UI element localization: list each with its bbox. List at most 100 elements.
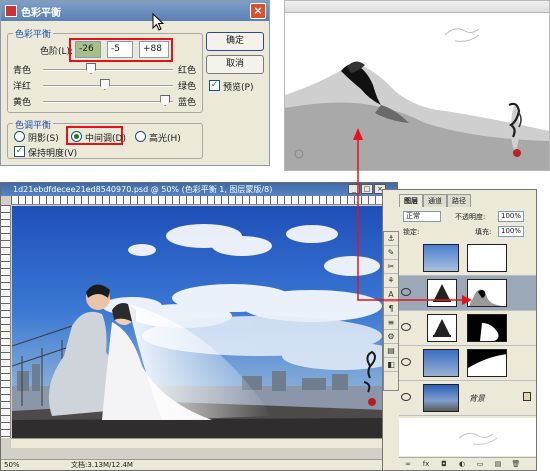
document-window-buttons: _ □ × xyxy=(347,184,386,194)
lock-icon xyxy=(523,392,531,401)
new-layer-icon[interactable]: ▤ xyxy=(492,460,504,469)
balance-scale-icon xyxy=(433,319,451,337)
layer-row[interactable] xyxy=(399,311,536,346)
mask-tool-icon[interactable]: ◧ xyxy=(384,358,398,372)
layer-row[interactable] xyxy=(399,241,536,276)
layer-mask-thumbnail[interactable] xyxy=(467,314,507,342)
mask-preview-image xyxy=(285,13,549,170)
preserve-luminosity-checkbox[interactable]: ✓ xyxy=(14,146,25,157)
vertical-ruler xyxy=(1,205,11,438)
trash-icon[interactable]: 🗑 xyxy=(510,460,522,469)
balance-scale-icon xyxy=(433,284,451,302)
yellow-blue-level-input[interactable]: +88 xyxy=(139,41,169,58)
cyan-label: 青色 xyxy=(13,66,32,76)
blue-label: 蓝色 xyxy=(178,98,197,108)
midtones-radio[interactable] xyxy=(71,131,82,142)
folder-icon[interactable]: ▭ xyxy=(474,460,486,469)
scissors-tool-icon[interactable]: ✂ xyxy=(384,260,398,274)
layer-thumbnail xyxy=(423,244,459,272)
layers-tool-icon[interactable]: ▤ xyxy=(384,344,398,358)
layer-mask-thumbnail[interactable] xyxy=(467,279,507,307)
brush-tool-icon[interactable]: ✎ xyxy=(384,246,398,260)
dialog-titlebar[interactable]: 色彩平衡 xyxy=(1,1,269,21)
magenta-label: 洋红 xyxy=(13,82,32,92)
mask-thumbnail-image xyxy=(480,323,499,341)
panel-decoration-image xyxy=(399,418,536,456)
magenta-green-level-input[interactable]: -5 xyxy=(107,41,133,58)
layer-row-color-balance[interactable] xyxy=(399,276,536,311)
mask-thumbnail-image xyxy=(468,354,506,376)
blend-mode-select[interactable]: 正常 xyxy=(403,211,441,222)
mask-thumbnail-image xyxy=(469,289,501,306)
canvas-photo[interactable] xyxy=(12,206,387,438)
dialog-title: 色彩平衡 xyxy=(21,8,61,19)
horizontal-ruler xyxy=(11,196,387,205)
red-label: 红色 xyxy=(178,66,197,76)
status-bar: 50% 文档:3.13M/12.4M xyxy=(1,459,397,470)
preview-checkbox[interactable]: ✓ xyxy=(209,80,220,91)
midtones-label[interactable]: 中间调(D) xyxy=(85,131,126,144)
green-label: 绿色 xyxy=(178,82,197,92)
preserve-luminosity-label[interactable]: 保持明度(V) xyxy=(28,146,77,159)
layer-mask-thumbnail[interactable] xyxy=(467,349,507,377)
mask-icon[interactable]: ◘ xyxy=(438,460,450,469)
cancel-button[interactable]: 取消 xyxy=(206,55,264,74)
document-titlebar[interactable]: 1d21ebdfdecee21ed8540970.psd @ 50% (色彩平衡… xyxy=(1,183,397,196)
layers-panel: 图层 通道 路径 正常 不透明度: 100% 锁定: 填充: 100% 背景 ∞… xyxy=(382,189,537,471)
layers-panel-footer: ∞ fx ◘ ◐ ▭ ▤ 🗑 xyxy=(399,457,536,470)
layers-panel-tabs: 图层 通道 路径 xyxy=(399,194,471,207)
color-balance-dialog: 色彩平衡 × 色彩平衡 色阶(L): -26 -5 +88 青色 红色 洋红 绿… xyxy=(0,0,270,166)
app-icon xyxy=(5,5,17,17)
visibility-eye-icon[interactable] xyxy=(401,358,411,366)
shadows-radio[interactable] xyxy=(14,131,25,142)
stamp-tool-icon[interactable]: ⚘ xyxy=(384,274,398,288)
maximize-button[interactable]: □ xyxy=(361,184,373,194)
tab-channels[interactable]: 通道 xyxy=(423,194,447,207)
yellow-label: 黄色 xyxy=(13,98,32,108)
visibility-eye-icon[interactable] xyxy=(401,323,411,331)
shadows-label[interactable]: 阴影(S) xyxy=(28,131,59,144)
adjustment-layer-icon xyxy=(427,279,457,307)
preview-label[interactable]: 预览(P) xyxy=(223,80,253,93)
close-button[interactable]: × xyxy=(250,3,266,19)
adjustment-layer-icon xyxy=(427,314,457,342)
minimize-button[interactable]: _ xyxy=(348,184,360,194)
layer-thumbnail xyxy=(423,349,459,377)
menu-tool-icon[interactable]: ≡ xyxy=(384,316,398,330)
document-size: 文档:3.13M/12.4M xyxy=(71,461,133,469)
highlights-radio[interactable] xyxy=(135,131,146,142)
yellow-blue-slider-track[interactable] xyxy=(43,101,173,103)
paragraph-tool-icon[interactable]: ¶ xyxy=(384,302,398,316)
opacity-input[interactable]: 100% xyxy=(498,211,524,222)
tab-layers[interactable]: 图层 xyxy=(399,194,423,207)
document-title: 1d21ebdfdecee21ed8540970.psd @ 50% (色彩平衡… xyxy=(13,185,273,194)
link-icon[interactable]: ∞ xyxy=(402,460,414,469)
layer-thumbnail xyxy=(423,384,459,412)
ok-button[interactable]: 确定 xyxy=(206,32,264,51)
preview-titlebar xyxy=(285,1,549,13)
layer-row[interactable] xyxy=(399,346,536,381)
color-balance-group-title: 色彩平衡 xyxy=(13,27,54,40)
layer-mask-thumbnail[interactable] xyxy=(467,244,507,272)
horizontal-scrollbar[interactable] xyxy=(11,438,387,448)
adjustment-icon[interactable]: ◐ xyxy=(456,460,468,469)
gear-tool-icon[interactable]: ⚙ xyxy=(384,330,398,344)
tool-strip: ⚓ ✎ ✂ ⚘ A ¶ ≡ ⚙ ▤ ◧ xyxy=(383,231,399,391)
zoom-level[interactable]: 50% xyxy=(4,460,20,470)
visibility-eye-icon[interactable] xyxy=(401,288,411,296)
mask-preview-panel xyxy=(284,0,550,171)
cyan-red-level-input[interactable]: -26 xyxy=(75,41,101,58)
anchor-tool-icon[interactable]: ⚓ xyxy=(384,232,398,246)
layer-row-background[interactable]: 背景 xyxy=(399,381,536,416)
tab-paths[interactable]: 路径 xyxy=(447,194,471,207)
opacity-label: 不透明度: xyxy=(455,213,486,221)
fx-icon[interactable]: fx xyxy=(420,460,432,469)
visibility-eye-icon[interactable] xyxy=(401,393,411,401)
cyan-red-slider-track[interactable] xyxy=(43,69,173,71)
type-tool-icon[interactable]: A xyxy=(384,288,398,302)
highlights-label[interactable]: 高光(H) xyxy=(149,131,181,144)
lock-label: 锁定: xyxy=(403,228,420,236)
mouse-cursor-icon xyxy=(152,13,165,31)
tone-balance-group-title: 色调平衡 xyxy=(13,118,54,131)
fill-input[interactable]: 100% xyxy=(498,226,524,237)
